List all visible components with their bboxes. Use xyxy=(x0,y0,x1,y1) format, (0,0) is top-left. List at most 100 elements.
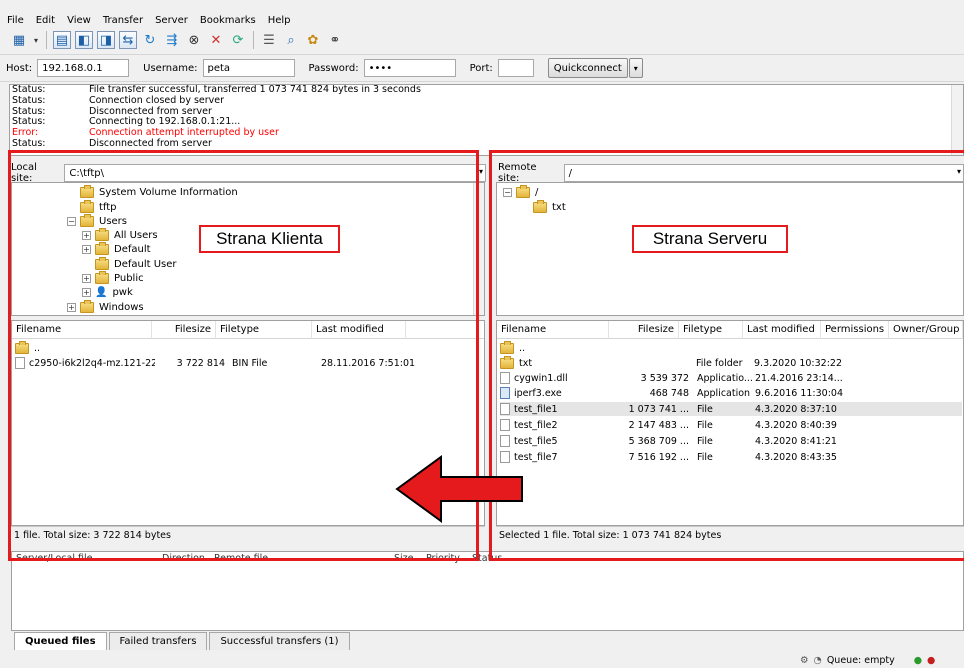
collapse-icon[interactable]: − xyxy=(503,187,512,197)
expand-icon[interactable]: + xyxy=(67,302,76,312)
tree-node[interactable]: + 👤 pwk xyxy=(82,285,133,299)
collapse-icon[interactable]: − xyxy=(67,216,76,226)
tree-node[interactable]: − Users xyxy=(67,213,127,228)
dropdown-arrow-icon[interactable]: ▾ xyxy=(32,31,40,49)
tree-node[interactable]: + Default xyxy=(82,241,151,256)
file-row[interactable]: .. xyxy=(500,340,962,355)
column-remote-file[interactable]: Remote file xyxy=(214,553,394,564)
tree-node[interactable]: + All Users xyxy=(82,227,158,242)
file-row[interactable]: c2950-i6k2l2q4-mz.121-22... 3 722 814 BI… xyxy=(15,356,481,370)
chevron-down-icon[interactable]: ▾ xyxy=(957,167,961,176)
toggle-local-tree-icon[interactable]: ◧ xyxy=(75,31,93,49)
expand-icon[interactable]: + xyxy=(82,273,91,283)
disconnect-icon[interactable]: ✕ xyxy=(207,31,225,49)
cancel-icon[interactable]: ⊗ xyxy=(185,31,203,49)
expand-icon[interactable]: + xyxy=(82,287,91,297)
process-queue-icon[interactable]: ⇶ xyxy=(163,31,181,49)
tab-successful-transfers[interactable]: Successful transfers (1) xyxy=(209,632,350,650)
local-site-bar: Local site: C:\tftp\ ▾ xyxy=(11,162,486,184)
column-filename[interactable]: Filename xyxy=(12,321,152,339)
remote-file-list[interactable]: Filename Filesize Filetype Last modified… xyxy=(496,320,964,526)
tree-node[interactable]: + Public xyxy=(82,270,144,285)
dll-file-icon xyxy=(500,372,510,384)
column-status[interactable]: Status xyxy=(472,553,502,564)
tree-node[interactable]: − / xyxy=(503,184,538,199)
reconnect-icon[interactable]: ⟳ xyxy=(229,31,247,49)
column-last-modified[interactable]: Last modified xyxy=(312,321,406,339)
file-modified: 28.11.2016 7:51:01 xyxy=(321,357,416,369)
tab-failed-transfers[interactable]: Failed transfers xyxy=(108,632,208,650)
file-row[interactable]: test_file2 2 147 483 ... File 4.3.2020 8… xyxy=(500,418,962,432)
file-row[interactable]: test_file7 7 516 192 ... File 4.3.2020 8… xyxy=(500,450,962,464)
menu-transfer[interactable]: Transfer xyxy=(103,15,143,26)
menu-server[interactable]: Server xyxy=(155,15,188,26)
tree-node[interactable]: + Windows xyxy=(67,299,144,314)
menu-view[interactable]: View xyxy=(67,15,91,26)
port-input[interactable] xyxy=(497,59,534,77)
username-label: Username: xyxy=(143,62,198,74)
compare-icon[interactable]: ⌕ xyxy=(282,31,300,49)
column-filesize[interactable]: Filesize xyxy=(609,321,679,339)
column-last-modified[interactable]: Last modified xyxy=(743,321,821,339)
menu-help[interactable]: Help xyxy=(268,15,291,26)
log-scrollbar[interactable] xyxy=(951,85,963,155)
remote-site-path: / xyxy=(568,167,572,179)
exe-file-icon xyxy=(500,387,510,399)
column-owner-group[interactable]: Owner/Group xyxy=(889,321,963,339)
transfer-queue[interactable]: Server/Local file Direction Remote file … xyxy=(11,551,964,631)
quickconnect-history-button[interactable]: ▾ xyxy=(628,58,643,78)
quickconnect-button[interactable]: Quickconnect xyxy=(547,58,628,78)
password-input[interactable]: •••• xyxy=(363,59,456,77)
filter-icon[interactable]: ☰ xyxy=(260,31,278,49)
tab-label: Successful transfers (1) xyxy=(220,636,339,647)
column-permissions[interactable]: Permissions xyxy=(821,321,889,339)
expand-icon[interactable]: + xyxy=(82,230,91,240)
column-size[interactable]: Size xyxy=(394,553,426,564)
tree-node-label: Default User xyxy=(114,258,177,270)
toggle-remote-tree-icon[interactable]: ◨ xyxy=(97,31,115,49)
chevron-down-icon[interactable]: ▾ xyxy=(479,167,483,176)
refresh-icon[interactable]: ↻ xyxy=(141,31,159,49)
column-filetype[interactable]: Filetype xyxy=(679,321,743,339)
expand-icon[interactable]: + xyxy=(82,244,91,254)
column-priority[interactable]: Priority xyxy=(426,553,472,564)
sync-browse-icon[interactable]: ✿ xyxy=(304,31,322,49)
local-file-header: Filename Filesize Filetype Last modified xyxy=(12,321,484,339)
tab-queued-files[interactable]: Queued files xyxy=(14,632,107,650)
menu-edit[interactable]: Edit xyxy=(36,15,55,26)
file-type: File xyxy=(697,403,713,415)
column-filename[interactable]: Filename xyxy=(497,321,609,339)
file-row[interactable]: txt File folder 9.3.2020 10:32:22 xyxy=(500,355,962,370)
file-row[interactable]: .. xyxy=(15,340,481,355)
folder-icon xyxy=(80,213,94,227)
search-icon[interactable]: ⚭ xyxy=(326,31,344,49)
tree-node[interactable]: Default User xyxy=(95,256,177,271)
menu-file[interactable]: File xyxy=(7,15,24,26)
host-input[interactable]: 192.168.0.1 xyxy=(37,59,130,77)
transfer-direction-arrow-icon xyxy=(395,455,523,523)
file-row-selected[interactable]: test_file1 1 073 741 ... File 4.3.2020 8… xyxy=(500,402,962,416)
tree-node[interactable]: System Volume Information xyxy=(80,184,238,199)
column-direction[interactable]: Direction xyxy=(162,553,214,564)
username-input[interactable]: peta xyxy=(202,59,295,77)
message-log[interactable]: Status: File transfer successful, transfe… xyxy=(9,84,964,156)
remote-site-path-input[interactable]: / ▾ xyxy=(563,164,964,182)
toolbar-separator xyxy=(46,31,47,49)
column-filesize[interactable]: Filesize xyxy=(152,321,216,339)
log-row: Status: Connection closed by server xyxy=(10,95,963,107)
column-filetype[interactable]: Filetype xyxy=(216,321,312,339)
file-name: test_file5 xyxy=(514,435,558,447)
toggle-log-icon[interactable]: ▤ xyxy=(53,31,71,49)
site-manager-icon[interactable]: ▦ xyxy=(10,31,28,49)
toggle-queue-icon[interactable]: ⇆ xyxy=(119,31,137,49)
menu-bookmarks[interactable]: Bookmarks xyxy=(200,15,256,26)
file-row[interactable]: test_file5 5 368 709 ... File 4.3.2020 8… xyxy=(500,434,962,448)
file-row[interactable]: cygwin1.dll 3 539 372 Applicatio... 21.4… xyxy=(500,371,962,385)
tree-node[interactable]: tftp xyxy=(80,199,117,214)
local-tree-scrollbar[interactable] xyxy=(473,183,484,315)
local-site-path-input[interactable]: C:\tftp\ ▾ xyxy=(64,164,486,182)
host-value: 192.168.0.1 xyxy=(42,62,103,74)
tree-node[interactable]: txt xyxy=(533,199,566,214)
file-row[interactable]: iperf3.exe 468 748 Application 9.6.2016 … xyxy=(500,386,962,400)
column-server-local-file[interactable]: Server/Local file xyxy=(16,553,162,564)
